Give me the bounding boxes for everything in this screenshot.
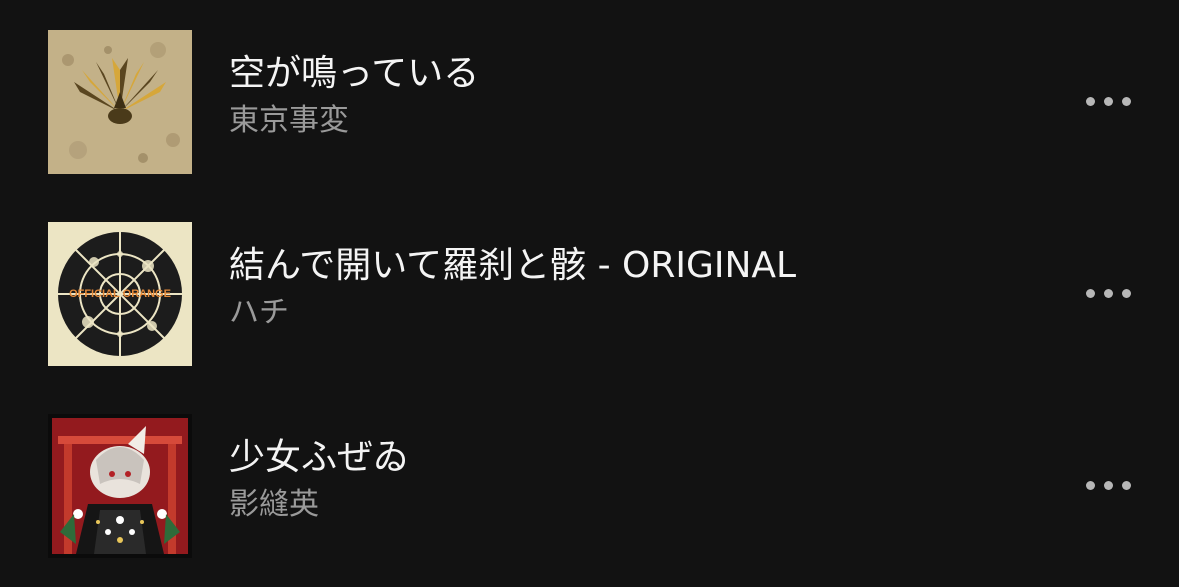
shrine-girl-album-art-icon [48,414,192,558]
track-title: 空が鳴っている [229,53,480,94]
more-dot [1103,96,1113,106]
track-meta: 結んで開いて羅刹と骸 - ORIGINAL ハチ [229,197,1059,389]
track-meta: 空が鳴っている 東京事変 [229,5,1059,197]
more-horizontal-icon [1085,96,1095,106]
sand-peacock-album-art-icon [48,30,192,174]
more-options-button[interactable] [1072,85,1144,117]
album-artwork [48,414,192,558]
track-list: 空が鳴っている 東京事変 OFFICIAL ORANGE 結んで開いて羅刹と骸 … [0,0,1179,587]
track-artist: ハチ [229,295,289,330]
track-title: 結んで開いて羅刹と骸 - ORIGINAL [229,245,797,286]
track-artist: 東京事変 [229,103,349,138]
track-row[interactable]: 空が鳴っている 東京事変 [0,5,1179,197]
more-options-button[interactable] [1072,277,1144,309]
more-horizontal-icon [1085,288,1095,298]
album-artwork [48,30,192,174]
more-dot [1121,288,1131,298]
more-dot [1121,480,1131,490]
more-dot [1103,480,1113,490]
track-artist: 影縫英 [229,487,319,522]
more-dot [1121,96,1131,106]
official-orange-album-art-icon: OFFICIAL ORANGE [48,222,192,366]
more-horizontal-icon [1085,480,1095,490]
track-title: 少女ふぜゐ [229,437,410,478]
track-row[interactable]: 少女ふぜゐ 影縫英 [0,389,1179,581]
track-row[interactable]: OFFICIAL ORANGE 結んで開いて羅刹と骸 - ORIGINAL ハチ [0,197,1179,389]
more-dot [1103,288,1113,298]
track-meta: 少女ふぜゐ 影縫英 [229,389,1059,581]
artwork-text: OFFICIAL ORANGE [69,288,171,300]
album-artwork: OFFICIAL ORANGE [48,222,192,366]
more-options-button[interactable] [1072,469,1144,501]
